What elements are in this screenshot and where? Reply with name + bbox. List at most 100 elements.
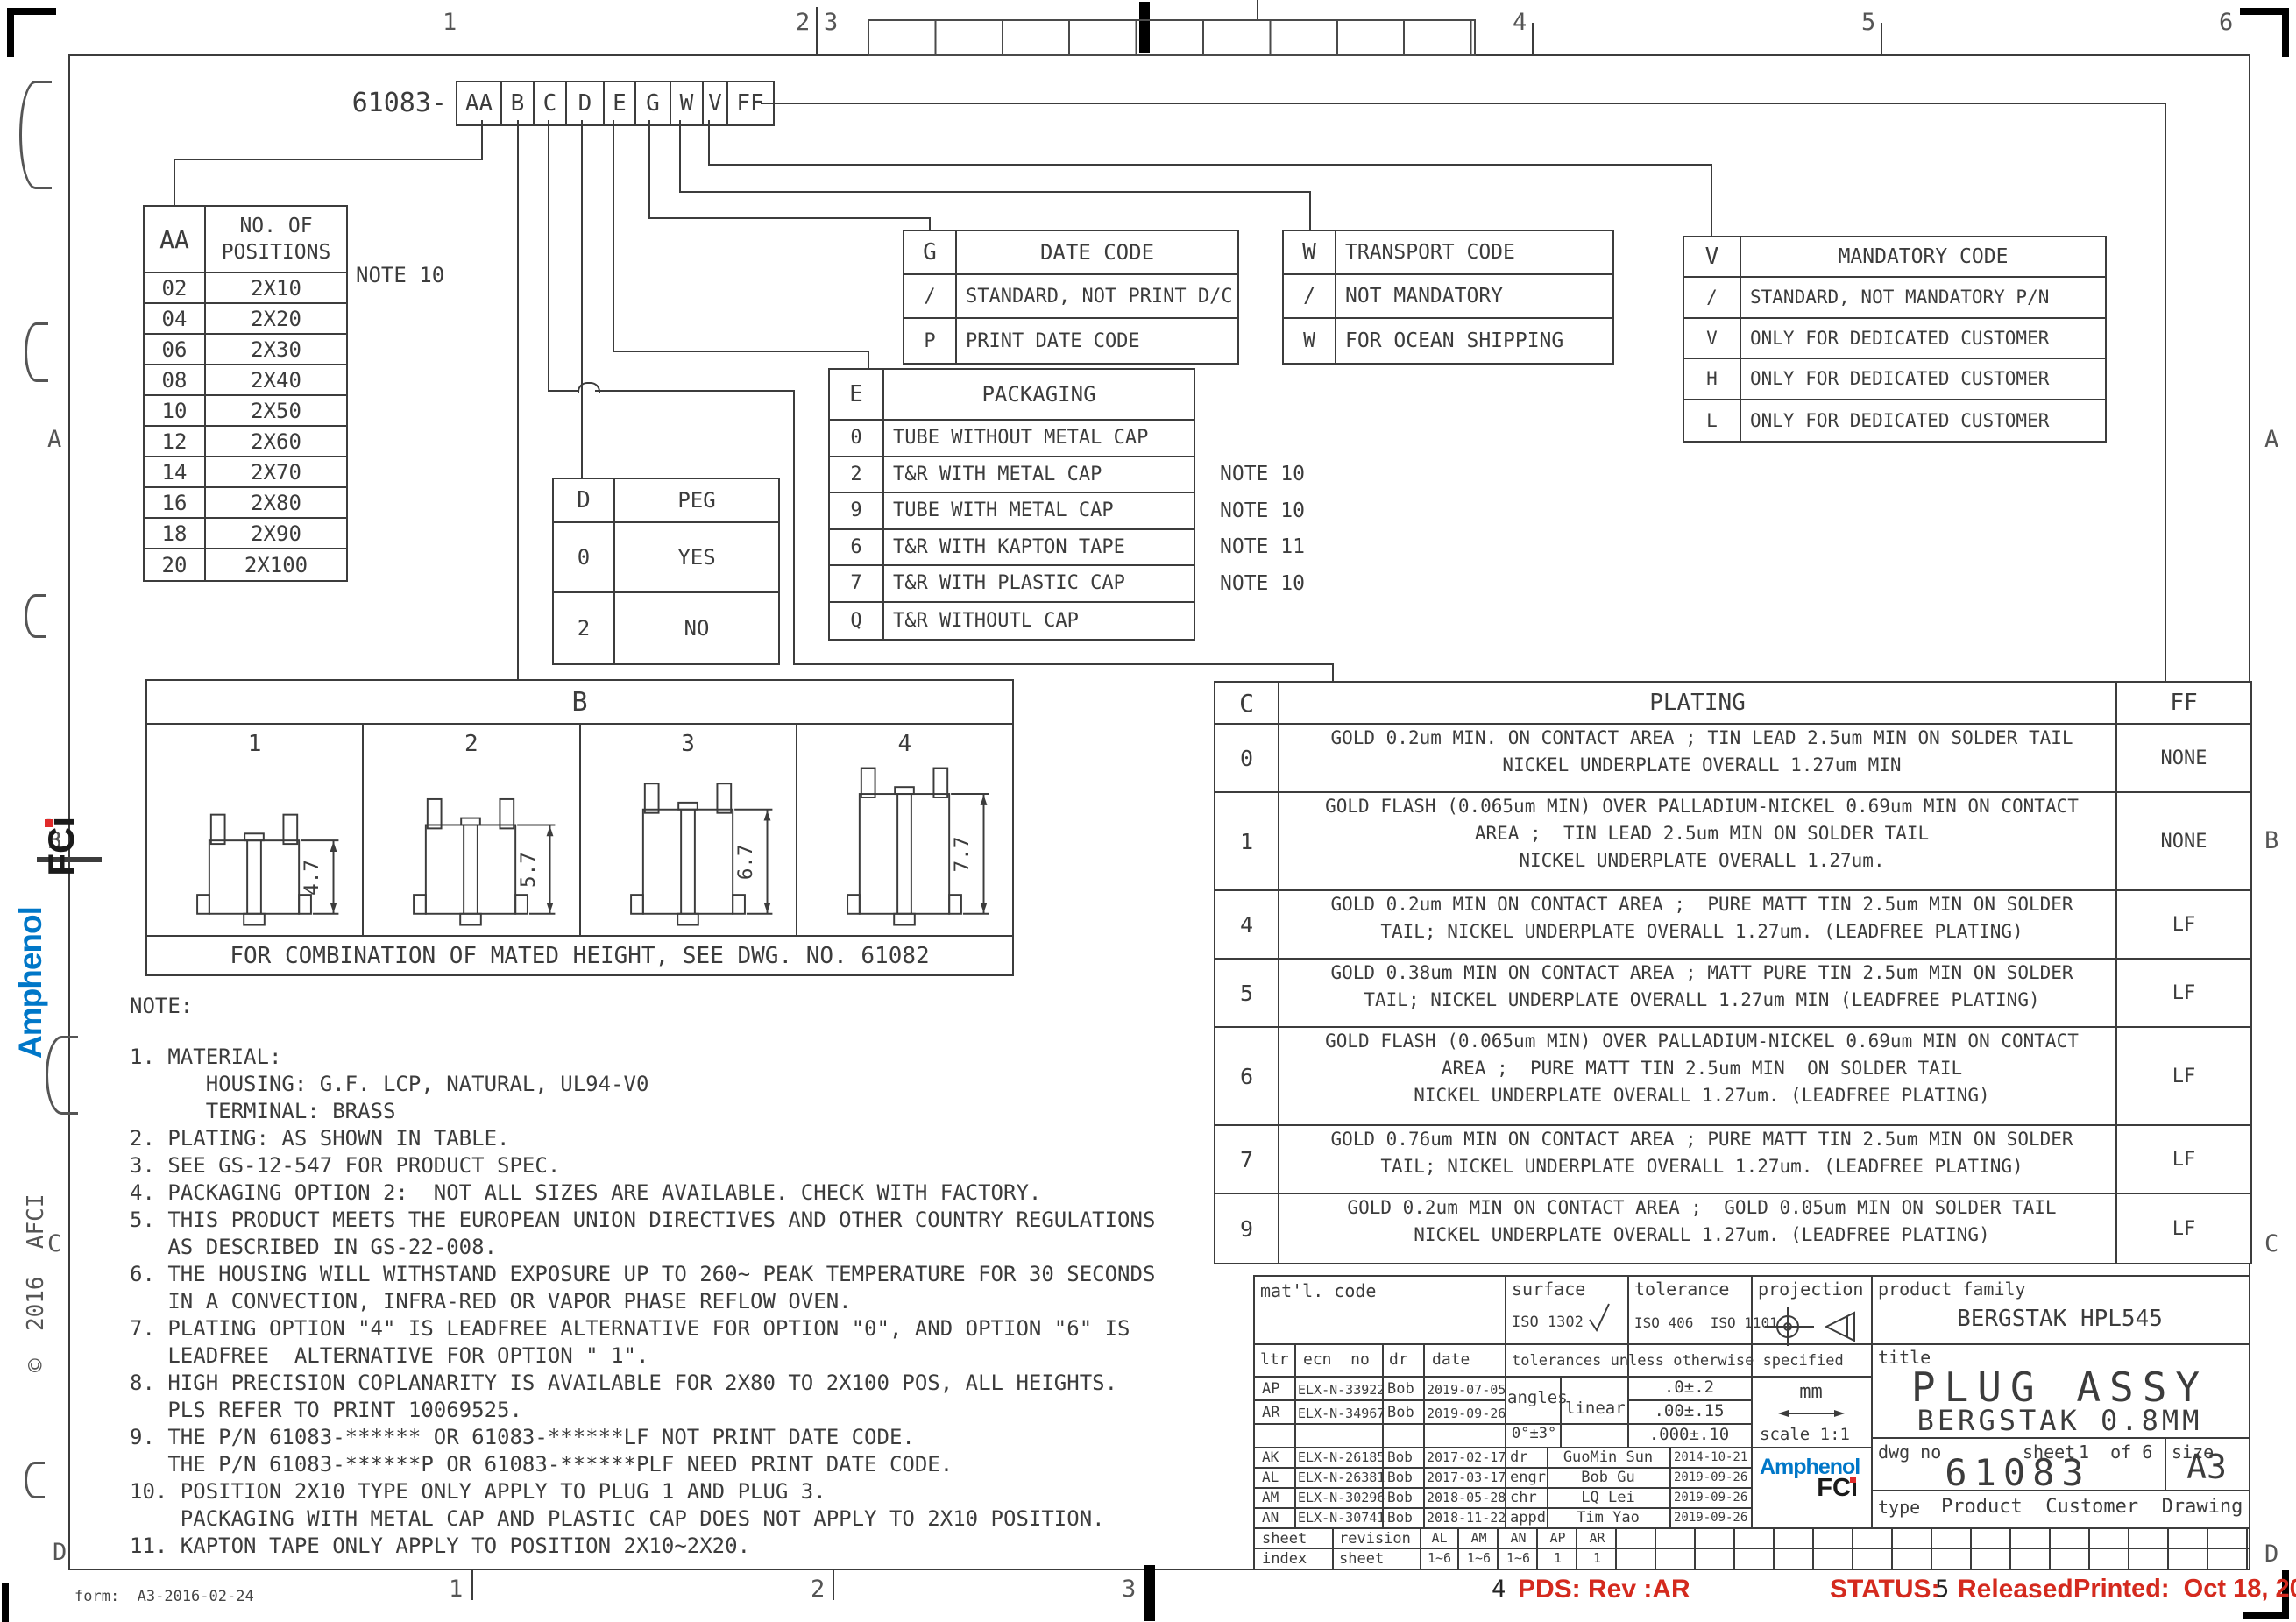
amphenol-fci-logo: Amphenol FCi xyxy=(1760,1455,1867,1503)
product-family-value: BERGSTAK HPL545 xyxy=(1871,1306,2249,1332)
cell: GOLD FLASH (0.065um MIN) OVER PALLADIUM-… xyxy=(1279,793,2117,891)
engineering-drawing-page: 1 2 3 4 5 6 1 2 3 4 5 A B C D A B C D Am… xyxy=(0,0,2296,1622)
rev-date: 2019-07-05 xyxy=(1427,1382,1506,1398)
rev-dr: Bob xyxy=(1387,1489,1413,1505)
lin-tol-3: .000±.10 xyxy=(1627,1425,1751,1444)
fold-arc xyxy=(19,81,52,189)
cell: 2X70 xyxy=(206,457,346,488)
cell: T&R WITH KAPTON TAPE xyxy=(884,530,1194,567)
fold-arc xyxy=(25,322,48,382)
cell: 16 xyxy=(145,488,206,519)
cell: STANDARD, NOT MANDATORY P/N xyxy=(1741,278,2105,319)
cell: C xyxy=(1215,683,1279,725)
cell: YES xyxy=(615,523,778,593)
cell: GOLD 0.38um MIN ON CONTACT AREA ; MATT P… xyxy=(1279,960,2117,1028)
form-number: form: A3-2016-02-24 xyxy=(74,1588,254,1605)
d-peg-table: D PEG 0YES 2NO xyxy=(552,478,780,665)
signoff-date: 2019-09-26 xyxy=(1674,1511,1747,1525)
leader-line xyxy=(548,120,549,392)
leader-line xyxy=(648,217,931,219)
cell: FOR OCEAN SHIPPING xyxy=(1336,319,1612,363)
rev-ltr: AM xyxy=(1262,1489,1279,1505)
cell: V xyxy=(1684,237,1741,278)
plug-drawing-4: 7.7 xyxy=(796,763,1012,935)
fci-wordmark: FCi xyxy=(40,817,82,876)
revision-row-label: revision xyxy=(1339,1530,1411,1548)
note-line: 11. KAPTON TAPE ONLY APPLY TO POSITION 2… xyxy=(130,1533,750,1558)
status-label: STATUS: xyxy=(1830,1575,1940,1604)
pn-field-w: W xyxy=(670,81,705,126)
leader-line xyxy=(679,191,1311,193)
dwg-no-value: 61083 xyxy=(1871,1451,2165,1494)
note-line: IN A CONVECTION, INFRA-RED OR VAPOR PHAS… xyxy=(130,1289,852,1314)
cell: LF xyxy=(2117,960,2250,1028)
lin-tol-1: .0±.2 xyxy=(1627,1378,1751,1397)
zone-bottom-1: 1 xyxy=(449,1576,463,1603)
surface-std: ISO 1302 xyxy=(1512,1314,1584,1331)
rev-date: 2018-05-28 xyxy=(1427,1490,1506,1505)
line xyxy=(1332,1527,1334,1569)
tick xyxy=(471,1569,473,1600)
b-height-table: B 1 2 3 4 4.7 xyxy=(145,679,1014,976)
surface-finish-icon xyxy=(1588,1302,1614,1332)
cell: 4 xyxy=(796,725,1012,763)
cell: ONLY FOR DEDICATED CUSTOMER xyxy=(1741,400,2105,442)
zone-right-d: D xyxy=(2264,1541,2278,1568)
ecn-header: ecn no xyxy=(1303,1350,1370,1369)
cell: 1 xyxy=(147,725,362,763)
cell: LF xyxy=(2117,1028,2250,1126)
cell: PACKAGING xyxy=(884,370,1194,421)
cell: D xyxy=(554,479,615,523)
note-line: AS DESCRIBED IN GS-22-008. xyxy=(130,1235,497,1259)
line xyxy=(1294,1343,1296,1527)
rev-dr: Bob xyxy=(1387,1509,1413,1526)
lin-tol-2: .00±.15 xyxy=(1627,1401,1751,1420)
w-transport-table: W TRANSPORT CODE /NOT MANDATORY WFOR OCE… xyxy=(1282,230,1614,365)
zone-bottom-3: 3 xyxy=(1122,1576,1136,1603)
leader-line xyxy=(1711,164,1712,237)
cell: GOLD 0.2um MIN ON CONTACT AREA ; GOLD 0.… xyxy=(1279,1194,2117,1263)
cell: LF xyxy=(2117,1194,2250,1263)
rev-ecn: ELX-N-33922 xyxy=(1298,1382,1385,1398)
cell: 10 xyxy=(145,396,206,427)
cell: 20 xyxy=(145,549,206,580)
cell: NONE xyxy=(2117,725,2250,793)
tolerance-label: tolerance xyxy=(1634,1278,1729,1300)
pn-field-aa: AA xyxy=(456,81,503,126)
note-line: 4. PACKAGING OPTION 2: NOT ALL SIZES ARE… xyxy=(130,1180,1041,1205)
signoff-name: Bob Gu xyxy=(1547,1469,1669,1486)
leader-line xyxy=(174,159,175,207)
index-sheet: 1~6 xyxy=(1420,1550,1459,1566)
cell: 06 xyxy=(145,335,206,365)
date-header: date xyxy=(1432,1350,1470,1369)
signoff-date: 2014-10-21 xyxy=(1674,1450,1747,1464)
zone-top-4: 4 xyxy=(1513,9,1527,36)
rev-dr: Bob xyxy=(1387,1448,1413,1465)
signoff-label: engr xyxy=(1510,1469,1546,1486)
e-note: NOTE 11 xyxy=(1220,535,1305,558)
cell: 2 xyxy=(362,725,578,763)
rev-ltr: AN xyxy=(1262,1509,1279,1526)
line xyxy=(1253,1399,1505,1401)
b-caption: FOR COMBINATION OF MATED HEIGHT, SEE DWG… xyxy=(147,935,1012,974)
svg-text:6.7: 6.7 xyxy=(733,844,756,880)
pds-rev-text: PDS: Rev :AR xyxy=(1518,1575,1690,1604)
svg-text:5.7: 5.7 xyxy=(517,852,540,888)
sheet-index-label1: sheet xyxy=(1262,1530,1307,1548)
cell: 2 xyxy=(830,457,884,494)
cell: 12 xyxy=(145,427,206,457)
g-datecode-table: G DATE CODE /STANDARD, NOT PRINT D/C PPR… xyxy=(903,230,1239,365)
zone-left-d: D xyxy=(53,1539,67,1566)
aa-note: NOTE 10 xyxy=(356,263,444,287)
line xyxy=(1871,1437,2249,1439)
zone-top-2: 2 xyxy=(796,9,810,36)
ltr-header: ltr xyxy=(1260,1350,1289,1369)
c-plating-table: C PLATING FF 0 GOLD 0.2um MIN. ON CONTAC… xyxy=(1214,681,2252,1264)
cell: H xyxy=(1684,359,1741,400)
note-line: 7. PLATING OPTION "4" IS LEADFREE ALTERN… xyxy=(130,1316,1130,1341)
plug-drawing-3: 6.7 xyxy=(579,763,796,935)
zone-right-b: B xyxy=(2264,827,2278,854)
line xyxy=(1253,1507,1751,1509)
tolerance-std: ISO 406 ISO 1101 xyxy=(1634,1314,1778,1331)
leader-line xyxy=(793,663,1334,665)
